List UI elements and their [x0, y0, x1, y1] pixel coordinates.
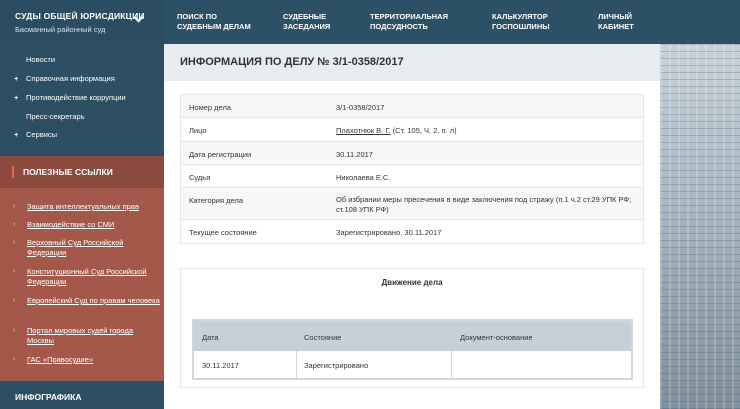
case-field-label: Лицо — [189, 126, 207, 135]
case-field-value: 30.11.2017 — [336, 150, 373, 159]
nav-personal-account[interactable]: ЛИЧНЫЙ КАБИНЕТ — [598, 12, 634, 32]
sidebar-item-anticorruption[interactable]: + Противодействие коррупции — [14, 93, 126, 102]
sidebar: Новости + Справочная информация + Противод… — [0, 44, 164, 409]
sidebar-item-news[interactable]: Новости — [14, 55, 55, 64]
column-header-document: Документ-основание — [460, 333, 533, 342]
chevron-right-icon: › — [13, 203, 16, 210]
table-row: Лицо Плахотнюк В. Г. (Ст. 105, Ч. 2, п. … — [181, 118, 643, 142]
case-field-label: Номер дела — [189, 103, 232, 112]
link-media-interaction[interactable]: › Взаимодействие со СМИ — [13, 220, 160, 230]
movement-state: Зарегистрировано — [304, 361, 369, 370]
plus-icon: + — [14, 74, 19, 83]
article-text: (Ст. 105, Ч. 2, п. л) — [390, 126, 457, 135]
sidebar-item-label: Пресс-секретарь — [26, 112, 85, 121]
link-label: ГАС «Правосудие» — [27, 355, 94, 364]
chevron-right-icon: › — [13, 268, 16, 275]
table-row: Категория дела Об избрании меры пресечен… — [181, 188, 643, 220]
useful-links-list: › Защита интеллектуальных прав › Взаимод… — [0, 188, 164, 381]
content-header: ИНФОРМАЦИЯ ПО ДЕЛУ № 3/1-0358/2017 — [164, 44, 660, 81]
case-field-label: Дата регистрации — [189, 150, 252, 159]
defendant-link[interactable]: Плахотнюк В. Г. — [336, 126, 391, 135]
page-title: ИНФОРМАЦИЯ ПО ДЕЛУ № 3/1-0358/2017 — [180, 56, 404, 68]
link-echr[interactable]: › Европейский Суд по правам человека — [13, 296, 160, 306]
brand-subtitle: Басманный районный суд — [15, 25, 106, 34]
link-label: Взаимодействие со СМИ — [27, 220, 115, 229]
infographics-heading[interactable]: ИНФОГРАФИКА — [0, 381, 164, 409]
movement-date: 30.11.2017 — [202, 361, 239, 370]
chevron-right-icon: › — [13, 327, 16, 334]
heading-accent-bar — [12, 166, 14, 178]
case-info-table: Номер дела 3/1-0358/2017 Лицо Плахотнюк … — [180, 94, 644, 244]
plus-icon: + — [14, 93, 19, 102]
sidebar-item-label: Новости — [26, 55, 56, 64]
link-label: Портал мировых судей города Москвы — [27, 326, 133, 345]
sidebar-item-label: Сервисы — [26, 130, 58, 139]
sidebar-item-press-secretary[interactable]: Пресс-секретарь — [14, 112, 85, 121]
case-field-label: Категория дела — [189, 196, 243, 205]
link-label: Верховный Суд Российской Федерации — [27, 238, 124, 257]
case-field-value: Николаева Е.С. — [336, 173, 391, 182]
background-cityscape — [660, 40, 740, 409]
table-row: Номер дела 3/1-0358/2017 — [181, 95, 643, 118]
case-field-label: Текущее состояние — [189, 228, 257, 237]
link-ip-protection[interactable]: › Защита интеллектуальных прав — [13, 202, 160, 212]
link-label: Европейский Суд по правам человека — [27, 296, 160, 305]
link-gas-pravosudie[interactable]: › ГАС «Правосудие» — [13, 355, 160, 365]
case-movement-panel: Движение дела Дата Состояние Документ-ос… — [180, 268, 644, 388]
link-label: Конституционный Суд Российской Федерации — [27, 267, 147, 286]
table-header: Дата Состояние Документ-основание — [194, 321, 631, 351]
main-content: ИНФОРМАЦИЯ ПО ДЕЛУ № 3/1-0358/2017 Номер… — [164, 44, 660, 409]
court-selector[interactable]: СУДЫ ОБЩЕЙ ЮРИСДИКЦИИ Басманный районный… — [0, 0, 164, 44]
column-divider — [451, 351, 452, 378]
nav-court-sessions[interactable]: СУДЕБНЫЕ ЗАСЕДАНИЯ — [283, 12, 330, 32]
table-row: Судья Николаева Е.С. — [181, 165, 643, 188]
case-field-value: Плахотнюк В. Г. (Ст. 105, Ч. 2, п. л) — [336, 126, 636, 136]
top-navigation-bar: СУДЫ ОБЩЕЙ ЮРИСДИКЦИИ Басманный районный… — [0, 0, 740, 44]
case-field-label: Судья — [189, 173, 211, 182]
chevron-right-icon: › — [13, 239, 16, 246]
case-field-value: Зарегистрировано, 30.11.2017 — [336, 228, 442, 237]
case-movement-title: Движение дела — [381, 278, 443, 287]
plus-icon: + — [14, 130, 19, 139]
chevron-right-icon: › — [13, 356, 16, 363]
nav-fee-calculator[interactable]: КАЛЬКУЛЯТОР ГОСПОШЛИНЫ — [492, 12, 550, 32]
nav-case-search[interactable]: ПОИСК ПО СУДЕБНЫМ ДЕЛАМ — [177, 12, 251, 32]
column-header-state: Состояние — [304, 333, 342, 342]
chevron-right-icon: › — [13, 297, 16, 304]
link-magistrates-portal[interactable]: › Портал мировых судей города Москвы — [13, 326, 160, 345]
sidebar-item-reference-info[interactable]: + Справочная информация — [14, 74, 115, 83]
link-constitutional-court[interactable]: › Конституционный Суд Российской Федерац… — [13, 267, 160, 286]
sidebar-item-services[interactable]: + Сервисы — [14, 130, 57, 139]
useful-links-heading: ПОЛЕЗНЫЕ ССЫЛКИ — [0, 156, 164, 188]
case-movement-table: Дата Состояние Документ-основание 30.11.… — [192, 319, 633, 380]
nav-territorial-jurisdiction[interactable]: ТЕРРИТОРИАЛЬНАЯ ПОДСУДНОСТЬ — [370, 12, 448, 32]
table-row: Текущее состояние Зарегистрировано, 30.1… — [181, 220, 643, 243]
case-field-value: 3/1-0358/2017 — [336, 103, 385, 112]
sidebar-item-label: Справочная информация — [26, 74, 115, 83]
column-header-date: Дата — [202, 333, 219, 342]
link-supreme-court[interactable]: › Верховный Суд Российской Федерации — [13, 238, 160, 257]
case-field-value: Об избрании меры пресечения в виде заклю… — [336, 195, 632, 214]
chevron-right-icon: › — [13, 221, 16, 228]
useful-links-title: ПОЛЕЗНЫЕ ССЫЛКИ — [23, 167, 113, 177]
link-label: Защита интеллектуальных прав — [27, 202, 139, 211]
sidebar-item-label: Противодействие коррупции — [26, 93, 126, 102]
table-row: Дата регистрации 30.11.2017 — [181, 142, 643, 165]
sidebar-menu: Новости + Справочная информация + Противод… — [0, 44, 164, 154]
column-divider — [296, 351, 297, 378]
